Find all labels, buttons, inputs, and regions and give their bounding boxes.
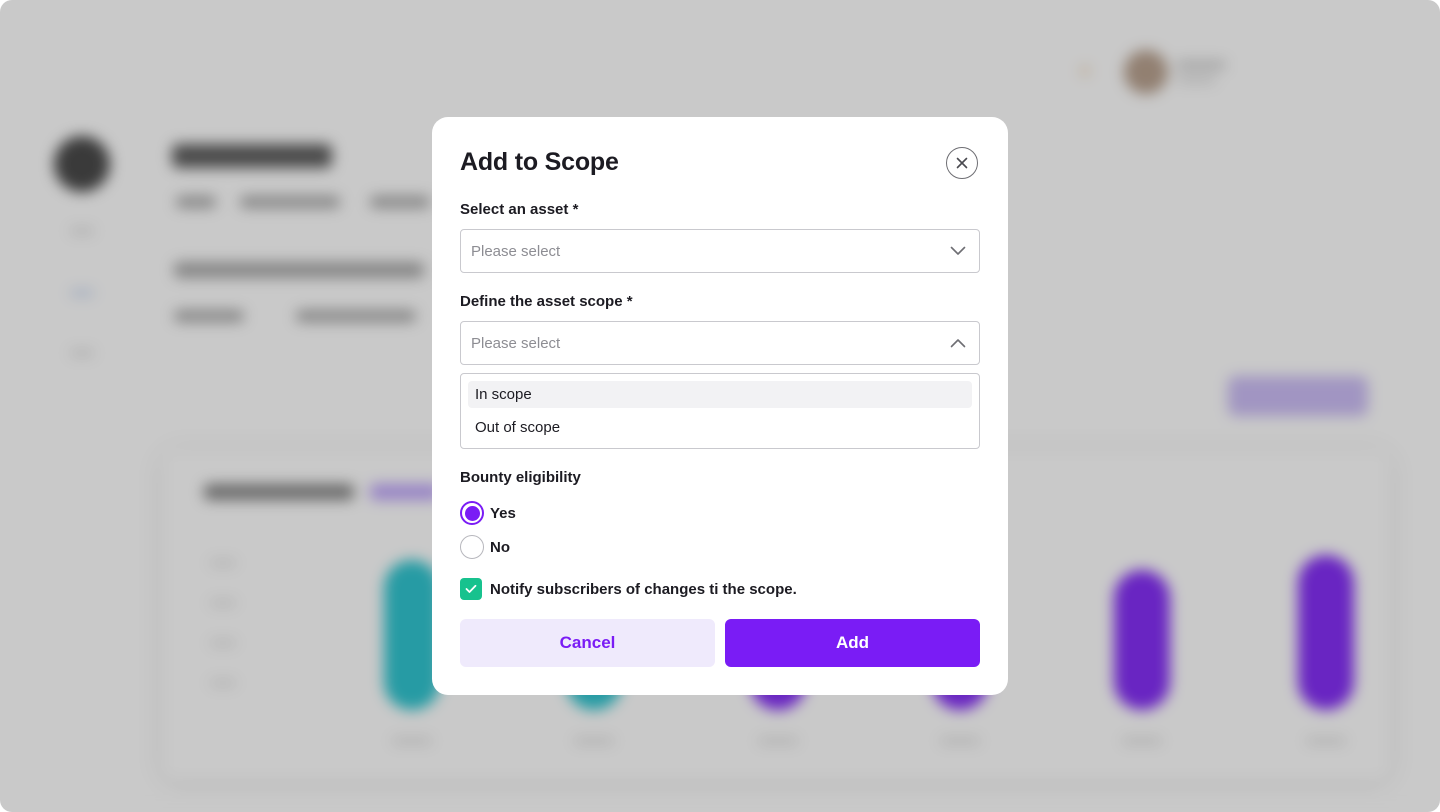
notify-label: Notify subscribers of changes ti the sco… [490, 580, 797, 598]
bounty-no-label: No [490, 538, 510, 556]
radio-button-selected[interactable] [460, 501, 484, 525]
notify-subscribers-row[interactable]: Notify subscribers of changes ti the sco… [460, 578, 797, 600]
radio-button[interactable] [460, 535, 484, 559]
bounty-eligibility-label: Bounty eligibility [460, 469, 581, 486]
bounty-option-yes[interactable]: Yes [460, 501, 516, 525]
check-icon [465, 584, 477, 593]
close-button[interactable] [946, 147, 978, 179]
bounty-option-no[interactable]: No [460, 535, 510, 559]
radio-dot [464, 505, 480, 521]
scope-dropdown-menu: In scope Out of scope [460, 373, 980, 449]
scope-select-placeholder: Please select [471, 334, 561, 352]
cancel-button[interactable]: Cancel [460, 619, 715, 667]
asset-select[interactable]: Please select [460, 229, 980, 273]
scope-select[interactable]: Please select [460, 321, 980, 365]
modal-title: Add to Scope [460, 148, 619, 176]
chevron-down-icon [949, 242, 967, 260]
notify-checkbox[interactable] [460, 578, 482, 600]
scope-option-out-of-scope[interactable]: Out of scope [468, 414, 972, 441]
scope-option-in-scope[interactable]: In scope [468, 381, 972, 408]
add-button[interactable]: Add [725, 619, 980, 667]
bounty-yes-label: Yes [490, 504, 516, 522]
scope-field-label: Define the asset scope * [460, 293, 633, 310]
asset-field-label: Select an asset * [460, 201, 579, 218]
chevron-up-icon [949, 334, 967, 352]
add-to-scope-modal: Add to Scope Select an asset * Please se… [432, 117, 1008, 695]
close-icon [956, 157, 968, 169]
asset-select-placeholder: Please select [471, 242, 561, 260]
